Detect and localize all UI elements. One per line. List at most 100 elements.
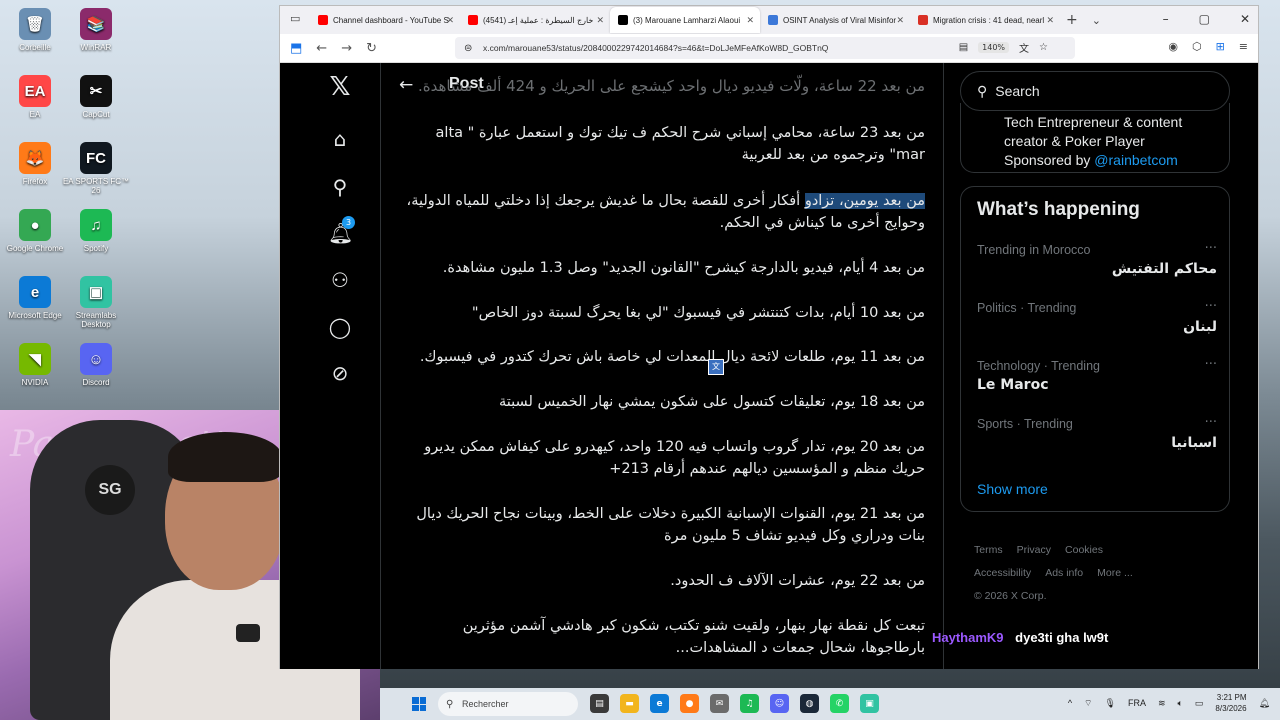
- app-icon: 🦊: [19, 142, 51, 174]
- trend-meta: Politics · Trending: [977, 301, 1077, 315]
- desktop-icon[interactable]: ✂ CapCut: [61, 75, 131, 119]
- more-options-icon[interactable]: ···: [1205, 357, 1217, 372]
- close-tab-icon[interactable]: ✕: [1046, 15, 1054, 26]
- desktop-icon[interactable]: 🦊 Firefox: [0, 142, 70, 186]
- browser-tab[interactable]: (3) Marouane Lamharzi Alaoui ✕: [610, 7, 760, 33]
- trend-item[interactable]: Trending in Morocco ··· محاكم التفتيش: [977, 241, 1217, 293]
- footer-link[interactable]: More ...: [1097, 567, 1133, 579]
- reload-button[interactable]: ↻: [366, 41, 377, 56]
- desktop-icon[interactable]: ☺ Discord: [61, 343, 131, 387]
- taskbar-app-icon[interactable]: ▣: [860, 694, 879, 713]
- desktop-icon[interactable]: ▣ Streamlabs Desktop: [61, 276, 131, 329]
- sidebar-icon[interactable]: ⬒: [290, 41, 302, 56]
- taskbar-app-icon[interactable]: ▤: [590, 694, 609, 713]
- explore-search-icon[interactable]: ⚲: [328, 175, 352, 199]
- right-sidebar: Tech Entrepreneur & content creator & Po…: [944, 63, 1258, 669]
- browser-tab[interactable]: (4541) خارج السيطرة : عملية إعـ ✕: [460, 7, 610, 33]
- post-paragraph: من بعد 10 أيام، بدات كتنتشر في فيسبوك "ل…: [471, 305, 925, 321]
- tray-overflow-icon[interactable]: ^: [1068, 698, 1072, 708]
- battery-icon[interactable]: ▭: [1195, 698, 1204, 709]
- notifications-center-icon[interactable]: 🔔︎: [1259, 698, 1270, 709]
- menu-icon[interactable]: ≡: [1239, 40, 1248, 53]
- search-icon: ⚲: [977, 82, 988, 99]
- desktop-icon[interactable]: 📚 WinRAR: [61, 8, 131, 52]
- scrolled-text: من بعد 22 ساعة، ولّات فيديو ديال واحد كي…: [417, 77, 925, 95]
- back-button[interactable]: ←: [316, 41, 327, 56]
- wifi-icon[interactable]: ≋: [1158, 698, 1166, 709]
- search-input[interactable]: ⚲ Search: [960, 71, 1230, 111]
- messages-icon[interactable]: ◯: [328, 315, 352, 339]
- more-options-icon[interactable]: ···: [1205, 241, 1217, 256]
- desktop-icon[interactable]: EA EA: [0, 75, 70, 119]
- site-info-icon[interactable]: ⊜: [464, 43, 472, 54]
- tab-overflow-icon[interactable]: ⌄: [1092, 14, 1101, 27]
- account-icon[interactable]: ◉: [1168, 40, 1178, 53]
- close-tab-icon[interactable]: ✕: [746, 15, 754, 26]
- grok-icon[interactable]: ⊘: [328, 361, 352, 385]
- app-icon: ●: [19, 209, 51, 241]
- extensions-icon[interactable]: ⬡: [1192, 40, 1202, 53]
- language-indicator[interactable]: FRA: [1128, 698, 1146, 708]
- taskbar-search[interactable]: ⚲ Rechercher: [438, 692, 578, 716]
- trend-name: Le Maroc: [977, 377, 1049, 393]
- tab-list-icon[interactable]: ▭: [290, 12, 300, 25]
- home-icon[interactable]: ⌂: [328, 127, 352, 151]
- taskbar-app-icon[interactable]: ♫: [740, 694, 759, 713]
- person-hair: [168, 432, 282, 482]
- translate-extension-icon[interactable]: ⊞: [1216, 40, 1225, 53]
- browser-tab[interactable]: OSINT Analysis of Viral Misinfor ✕: [760, 7, 910, 33]
- desktop-icon[interactable]: ● Google Chrome: [0, 209, 70, 253]
- follow-icon[interactable]: ⚇: [328, 268, 352, 292]
- forward-button[interactable]: →: [341, 41, 352, 56]
- footer-link[interactable]: Accessibility: [974, 567, 1031, 579]
- post-paragraph: من بعد 11 يوم، طلعات لائحة ديال المعدات …: [419, 349, 925, 365]
- taskbar-app-icon[interactable]: ▬: [620, 694, 639, 713]
- sponsor-link[interactable]: @rainbetcom: [1094, 152, 1177, 168]
- network-icon[interactable]: ⌔: [1084, 698, 1092, 709]
- more-options-icon[interactable]: ···: [1205, 415, 1217, 430]
- mic-icon[interactable]: 🎙︎: [1105, 698, 1116, 709]
- clock[interactable]: 3:21 PM 8/3/2026: [1215, 692, 1246, 714]
- taskbar-app-icon[interactable]: ◍: [800, 694, 819, 713]
- desktop-icon-label: EA: [29, 110, 41, 119]
- zoom-level[interactable]: 140%: [978, 42, 1010, 53]
- browser-tab[interactable]: Channel dashboard - YouTube S ✕: [310, 7, 460, 33]
- desktop-icon[interactable]: 🗑 Corbeille: [0, 8, 70, 52]
- translate-popup-icon[interactable]: 文: [708, 359, 724, 375]
- taskbar-app-icon[interactable]: ✉: [710, 694, 729, 713]
- close-tab-icon[interactable]: ✕: [596, 15, 604, 26]
- taskbar-app-icon[interactable]: ●: [680, 694, 699, 713]
- tab-label: Migration crisis : 41 dead, nearl: [933, 15, 1045, 25]
- new-tab-button[interactable]: +: [1066, 12, 1078, 28]
- trend-item[interactable]: Sports · Trending ··· اسبانيا: [977, 415, 1217, 467]
- desktop-icon[interactable]: e Microsoft Edge: [0, 276, 70, 320]
- footer-link[interactable]: Cookies: [1065, 544, 1103, 556]
- bookmark-star-icon[interactable]: ☆: [1039, 42, 1048, 53]
- trend-item[interactable]: Politics · Trending ··· لبنان: [977, 299, 1217, 351]
- start-button[interactable]: [412, 697, 426, 711]
- desktop-icon[interactable]: FC EA SPORTS FC™ 26: [61, 142, 131, 195]
- taskbar-app-icon[interactable]: e: [650, 694, 669, 713]
- footer-link[interactable]: Terms: [974, 544, 1003, 556]
- taskbar-app-icon[interactable]: ☺: [770, 694, 789, 713]
- volume-icon[interactable]: 🔈︎: [1178, 698, 1183, 709]
- translate-icon[interactable]: 文: [1019, 40, 1029, 55]
- desktop-icon[interactable]: ◥ NVIDIA: [0, 343, 70, 387]
- show-more-link[interactable]: Show more: [977, 481, 1048, 497]
- back-arrow-icon[interactable]: ←: [399, 75, 413, 95]
- close-tab-icon[interactable]: ✕: [446, 15, 454, 26]
- maximize-button[interactable]: ▢: [1199, 12, 1210, 26]
- footer-link[interactable]: Privacy: [1017, 544, 1051, 556]
- more-options-icon[interactable]: ···: [1205, 299, 1217, 314]
- x-logo-icon[interactable]: 𝕏: [328, 74, 352, 100]
- close-window-button[interactable]: ✕: [1240, 12, 1250, 26]
- desktop-icon[interactable]: ♫ Spotify: [61, 209, 131, 253]
- taskbar-app-icon[interactable]: ✆: [830, 694, 849, 713]
- trend-item[interactable]: Technology · Trending ··· Le Maroc: [977, 357, 1217, 409]
- footer-link[interactable]: Ads info: [1045, 567, 1083, 579]
- minimize-button[interactable]: –: [1163, 12, 1169, 26]
- reader-view-icon[interactable]: ▤: [959, 42, 968, 53]
- close-tab-icon[interactable]: ✕: [896, 15, 904, 26]
- desktop-icon-label: Google Chrome: [6, 244, 64, 253]
- browser-tab[interactable]: Migration crisis : 41 dead, nearl ✕: [910, 7, 1060, 33]
